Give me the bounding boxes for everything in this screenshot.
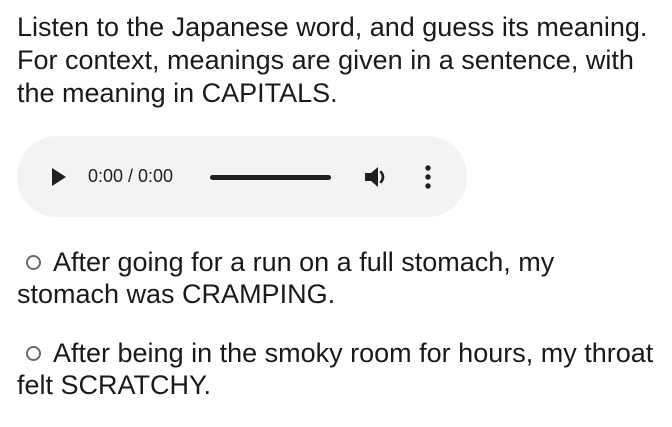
progress-slider[interactable] xyxy=(210,175,331,180)
more-vert-icon xyxy=(425,165,431,189)
volume-icon xyxy=(365,167,385,187)
volume-button[interactable] xyxy=(362,163,392,191)
play-button[interactable] xyxy=(49,166,69,188)
instructions-text: Listen to the Japanese word, and guess i… xyxy=(17,12,648,108)
answer-option-1[interactable]: After going for a run on a full stomach,… xyxy=(17,246,657,310)
time-display: 0:00 / 0:00 xyxy=(88,166,174,186)
answer-option-2[interactable]: After being in the smoky room for hours,… xyxy=(17,337,657,401)
answer-option-label: After being in the smoky room for hours,… xyxy=(17,338,654,400)
answer-option-label: After going for a run on a full stomach,… xyxy=(17,247,555,309)
radio-button[interactable] xyxy=(26,346,41,361)
more-options-button[interactable] xyxy=(416,162,440,192)
play-icon xyxy=(52,168,66,186)
radio-button[interactable] xyxy=(26,255,41,270)
audio-player[interactable]: 0:00 / 0:00 xyxy=(17,136,467,217)
